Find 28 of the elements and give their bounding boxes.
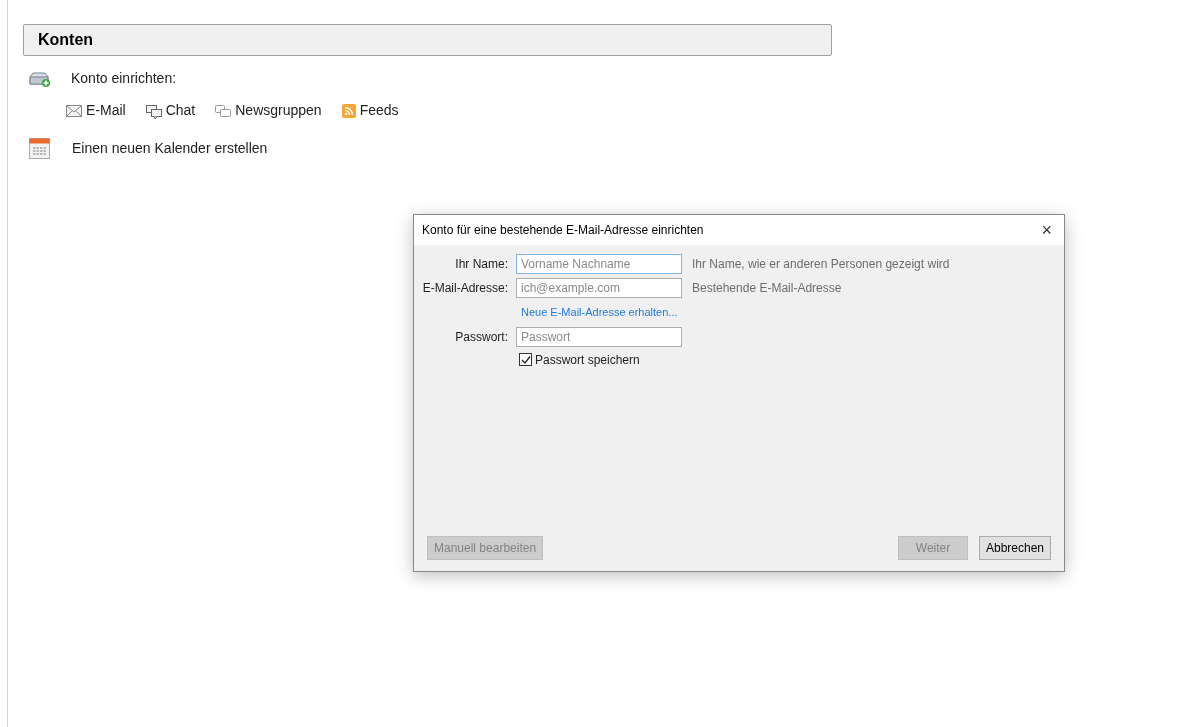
field-label: E-Mail-Adresse: <box>421 280 509 297</box>
setup-label: Konto einrichten: <box>71 69 177 88</box>
account-type-link[interactable]: Feeds <box>341 100 399 121</box>
field-label: Passwort: <box>454 328 509 346</box>
account-type-link[interactable]: E-Mail <box>66 100 126 121</box>
dialog-title: Konto für eine bestehende E-Mail-Adresse einrichten <box>422 222 704 239</box>
field-label: Ihr Name: <box>454 256 509 273</box>
email-field[interactable]: ich@example.com <box>516 278 682 298</box>
new-calendar-link[interactable]: Einen neuen Kalender erstellen <box>72 138 268 159</box>
field-hint: Ihr Name, wie er anderen Personen gezeigt wird <box>691 256 951 273</box>
chat-bubbles-icon <box>145 102 162 119</box>
calendar-icon <box>29 138 50 159</box>
speech-bubbles-icon <box>215 102 232 119</box>
account-type-link[interactable]: Chat <box>145 100 196 121</box>
cancel-button[interactable]: Abbrechen <box>979 536 1051 560</box>
section-title: Konten <box>38 30 94 50</box>
envelope-icon <box>66 104 82 117</box>
password-field[interactable]: Passwort <box>516 326 682 347</box>
checkbox[interactable] <box>519 353 532 366</box>
rss-feed-icon <box>341 103 356 118</box>
remember-password-checkbox[interactable]: Passwort speichern <box>516 350 682 369</box>
checkmark-icon <box>520 354 531 365</box>
name-field[interactable]: Vorname Nachname <box>516 254 682 274</box>
new-address-link[interactable]: Neue E-Mail-Adresse erhalten... <box>516 302 682 323</box>
account-type-link[interactable]: Newsgruppen <box>215 100 322 121</box>
close-button[interactable]: × <box>1037 221 1056 239</box>
account-add-icon <box>29 70 51 87</box>
field-hint: Bestehende E-Mail-Adresse <box>691 280 843 297</box>
